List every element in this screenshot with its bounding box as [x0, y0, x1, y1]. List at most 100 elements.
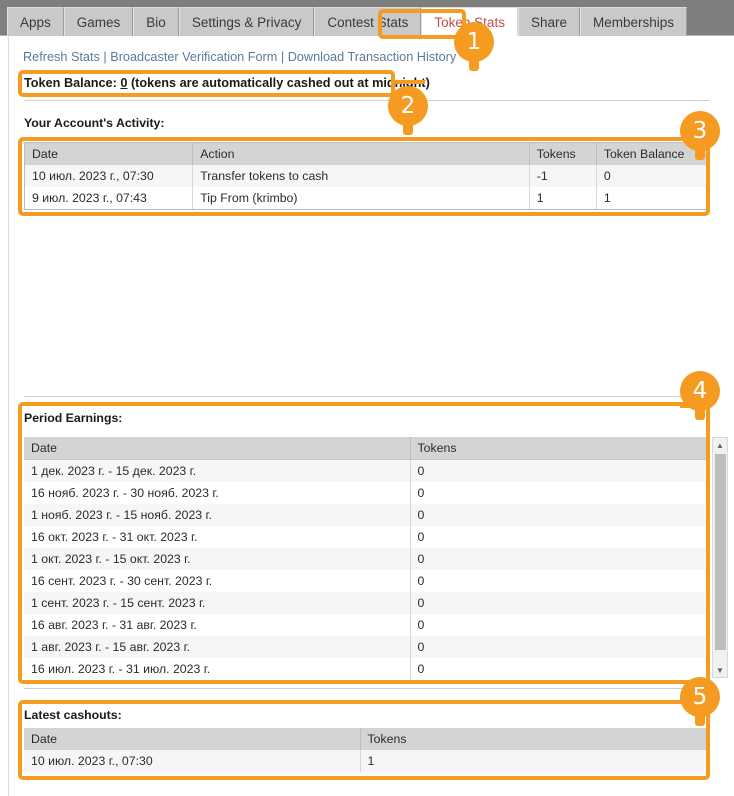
annotation-badge-3: 3	[680, 111, 720, 160]
annotation-badge-3-tail	[695, 148, 705, 160]
period-earnings-cell: 0	[410, 547, 710, 570]
activity-table-header-row: Date Action Tokens Token Balance	[24, 142, 710, 165]
cashouts-header-row: Date Tokens	[24, 728, 710, 750]
activity-cell: 0	[596, 165, 710, 187]
link-separator-2: |	[277, 50, 288, 64]
annotation-badge-2-tail	[403, 123, 413, 135]
annotation-badge-5-label: 5	[692, 683, 708, 710]
tab-memberships[interactable]: Memberships	[579, 7, 688, 36]
annotation-badge-1-label: 1	[466, 28, 482, 55]
tab-share[interactable]: Share	[517, 7, 580, 36]
tab-settings-privacy[interactable]: Settings & Privacy	[178, 7, 315, 36]
link-separator-1: |	[99, 50, 111, 64]
period-earnings-cell: 1 сент. 2023 г. - 15 сент. 2023 г.	[24, 591, 411, 614]
period-earnings-section-title: Period Earnings:	[24, 411, 123, 425]
cashouts-column-header: Tokens	[360, 728, 710, 750]
divider-before-cashouts	[24, 688, 710, 689]
annotation-badge-5-tail	[695, 714, 705, 726]
scroll-down-arrow-icon[interactable]: ▼	[713, 663, 727, 677]
period-earnings-cell: 1 дек. 2023 г. - 15 дек. 2023 г.	[24, 459, 411, 482]
refresh-stats-link[interactable]: Refresh Stats	[23, 50, 100, 64]
period-earnings-cell: 0	[410, 481, 710, 504]
activity-column-header: Date	[24, 142, 194, 165]
tab-strip: Apps Games Bio Settings & Privacy Contest St…	[0, 0, 734, 36]
annotation-badge-4-tail	[695, 408, 705, 420]
period-earnings-cell: 0	[410, 459, 710, 482]
activity-cell: 1	[529, 187, 597, 210]
download-transaction-history-link[interactable]: Download Transaction History	[288, 50, 457, 64]
period-earnings-cell: 0	[410, 525, 710, 548]
cashouts-column-header: Date	[24, 728, 361, 750]
period-earnings-row: 16 авг. 2023 г. - 31 авг. 2023 г. 0	[24, 613, 710, 636]
period-earnings-row: 16 июл. 2023 г. - 31 июл. 2023 г. 0	[24, 657, 710, 680]
period-earnings-cell: 16 нояб. 2023 г. - 30 нояб. 2023 г.	[24, 481, 411, 504]
activity-section-title: Your Account's Activity:	[24, 116, 165, 130]
activity-row: 9 июл. 2023 г., 07:43 Tip From (krimbo) 1 1	[24, 187, 710, 210]
tab-contest-stats[interactable]: Contest Stats	[314, 7, 422, 36]
period-earnings-table: Date Tokens 1 дек. 2023 г. - 15 дек. 2023…	[24, 437, 710, 680]
activity-table: Date Action Tokens Token Balance 10 июл. 20…	[24, 142, 710, 210]
period-earnings-cell: 0	[410, 613, 710, 636]
annotation-badge-3-label: 3	[692, 117, 708, 144]
period-earnings-body: 1 дек. 2023 г. - 15 дек. 2023 г. 0 16 нояб…	[24, 459, 710, 680]
period-earnings-cell: 1 нояб. 2023 г. - 15 нояб. 2023 г.	[24, 503, 411, 526]
period-earnings-row: 16 сент. 2023 г. - 30 сент. 2023 г. 0	[24, 569, 710, 592]
broadcaster-verification-form-link[interactable]: Broadcaster Verification Form	[110, 50, 277, 64]
period-earnings-cell: 1 авг. 2023 г. - 15 авг. 2023 г.	[24, 635, 411, 658]
period-earnings-cell: 0	[410, 569, 710, 592]
activity-column-header: Tokens	[529, 142, 597, 165]
tab-bio[interactable]: Bio	[133, 7, 179, 36]
cashouts-row: 10 июл. 2023 г., 07:30 1	[24, 750, 710, 772]
content-left-rule	[8, 36, 9, 796]
scroll-up-arrow-icon[interactable]: ▲	[713, 438, 727, 452]
period-earnings-header-row: Date Tokens	[24, 437, 710, 460]
period-earnings-cell: 0	[410, 503, 710, 526]
period-earnings-column-header: Date	[24, 437, 411, 460]
token-balance-suffix: (tokens are automatically cashed out at …	[127, 76, 430, 90]
token-balance-line: Token Balance: 0 (tokens are automatical…	[24, 76, 430, 90]
cashouts-section-title: Latest cashouts:	[24, 708, 122, 722]
period-earnings-cell: 0	[410, 591, 710, 614]
activity-cell: 10 июл. 2023 г., 07:30	[24, 165, 194, 187]
activity-column-header: Action	[192, 142, 530, 165]
cashouts-body: 10 июл. 2023 г., 07:30 1	[24, 750, 710, 772]
annotation-badge-1-tail	[469, 59, 479, 71]
tab-list: Apps Games Bio Settings & Privacy Contest St…	[7, 7, 688, 36]
period-earnings-scrollbar[interactable]: ▲ ▼	[712, 437, 728, 678]
token-balance-prefix: Token Balance:	[24, 76, 121, 90]
annotation-badge-2: 2	[388, 86, 428, 135]
period-earnings-cell: 0	[410, 657, 710, 680]
tab-apps[interactable]: Apps	[7, 7, 64, 36]
period-earnings-cell: 16 сент. 2023 г. - 30 сент. 2023 г.	[24, 569, 411, 592]
cashouts-cell: 10 июл. 2023 г., 07:30	[24, 750, 361, 772]
divider-before-period-earnings	[24, 396, 710, 397]
annotation-badge-4-label: 4	[692, 377, 708, 404]
period-earnings-cell: 0	[410, 635, 710, 658]
period-earnings-column-header: Tokens	[410, 437, 710, 460]
scrollbar-thumb[interactable]	[715, 454, 726, 650]
latest-cashouts-table: Date Tokens 10 июл. 2023 г., 07:30 1	[24, 728, 710, 772]
annotation-badge-1: 1	[454, 22, 494, 71]
activity-cell: Transfer tokens to cash	[192, 165, 530, 187]
period-earnings-row: 1 авг. 2023 г. - 15 авг. 2023 г. 0	[24, 635, 710, 658]
annotation-badge-2-label: 2	[400, 92, 416, 119]
period-earnings-row: 1 дек. 2023 г. - 15 дек. 2023 г. 0	[24, 459, 710, 482]
page-root: Apps Games Bio Settings & Privacy Contest St…	[0, 0, 734, 796]
period-earnings-row: 16 нояб. 2023 г. - 30 нояб. 2023 г. 0	[24, 481, 710, 504]
period-earnings-cell: 16 окт. 2023 г. - 31 окт. 2023 г.	[24, 525, 411, 548]
activity-cell: Tip From (krimbo)	[192, 187, 530, 210]
activity-table-body: 10 июл. 2023 г., 07:30 Transfer tokens to…	[24, 165, 710, 210]
annotation-badge-5: 5	[680, 677, 720, 726]
activity-cell: 1	[596, 187, 710, 210]
divider-after-balance	[24, 100, 710, 101]
activity-cell: 9 июл. 2023 г., 07:43	[24, 187, 194, 210]
period-earnings-cell: 16 авг. 2023 г. - 31 авг. 2023 г.	[24, 613, 411, 636]
activity-row: 10 июл. 2023 г., 07:30 Transfer tokens to…	[24, 165, 710, 187]
period-earnings-cell: 16 июл. 2023 г. - 31 июл. 2023 г.	[24, 657, 411, 680]
period-earnings-cell: 1 окт. 2023 г. - 15 окт. 2023 г.	[24, 547, 411, 570]
period-earnings-row: 1 нояб. 2023 г. - 15 нояб. 2023 г. 0	[24, 503, 710, 526]
utility-links: Refresh Stats | Broadcaster Verification…	[23, 50, 456, 64]
cashouts-cell: 1	[360, 750, 710, 772]
period-earnings-row: 16 окт. 2023 г. - 31 окт. 2023 г. 0	[24, 525, 710, 548]
tab-games[interactable]: Games	[63, 7, 134, 36]
